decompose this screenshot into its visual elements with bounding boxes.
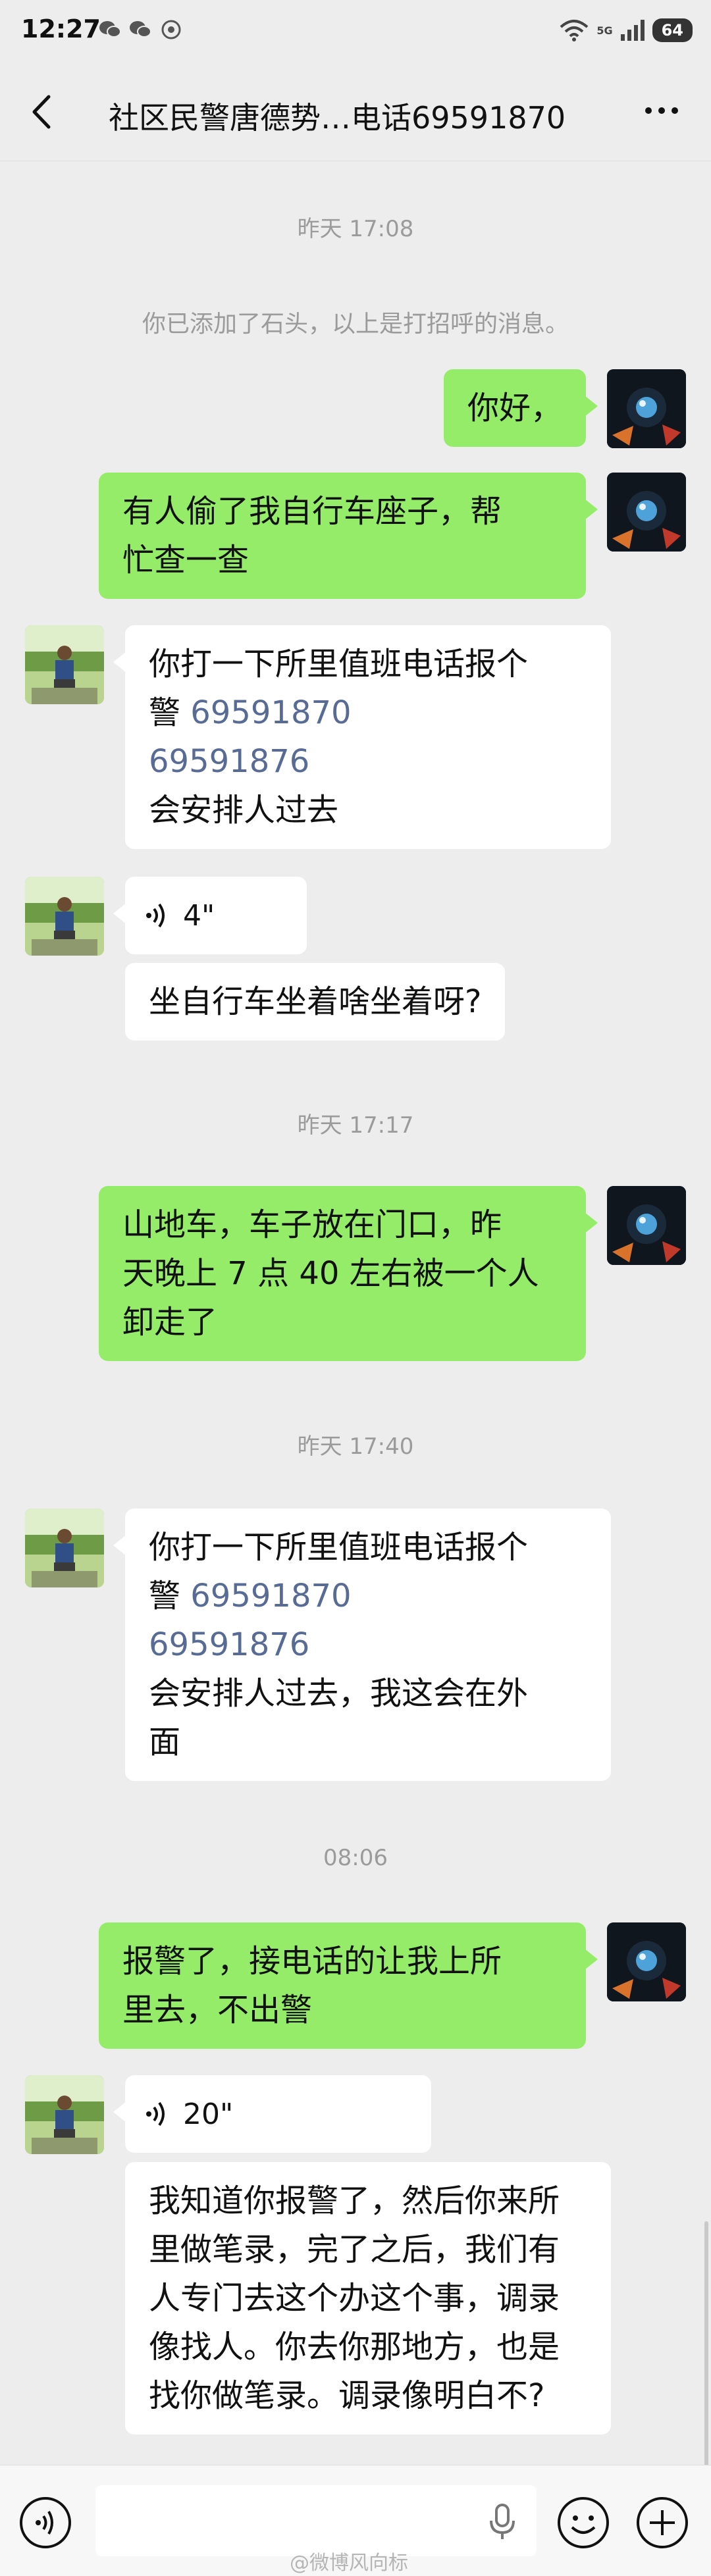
my-avatar[interactable]	[607, 1186, 686, 1265]
system-message: 你已添加了石头，以上是打招呼的消息。	[142, 311, 569, 338]
contact-avatar[interactable]	[25, 877, 104, 956]
network-type: 5G	[596, 24, 613, 37]
emoji-icon[interactable]	[556, 2496, 610, 2550]
contact-avatar[interactable]	[25, 1508, 104, 1587]
chevron-left-icon[interactable]	[20, 89, 66, 135]
message-text: 有人偷了我自行车座子，帮	[122, 493, 502, 530]
message-text: 报警了，接电话的让我上所	[122, 1943, 502, 1980]
message-bubble-sent[interactable]: 山地车，车子放在门口，昨 天晚上 7 点 40 左右被一个人 卸走了	[99, 1186, 598, 1361]
message-text: 坐自行车坐着啥坐着呀?	[149, 983, 482, 1020]
voice-wave-icon	[146, 2101, 165, 2126]
message-list[interactable]: 昨天 17:08 你已添加了石头，以上是打招呼的消息。 你好， 有人偷了我自行车…	[0, 161, 711, 2576]
message-text: 山地车，车子放在门口，昨	[122, 1206, 502, 1243]
message-bubble-sent[interactable]: 报警了，接电话的让我上所 里去，不出警	[99, 1922, 598, 2049]
message-text: 里去，不出警	[122, 1992, 313, 2028]
voice-message[interactable]: 20"	[113, 2075, 431, 2153]
chat-header: 社区民警唐德势…电话69591870	[0, 63, 711, 161]
plus-icon[interactable]	[635, 2496, 689, 2550]
phone-number-link[interactable]: 69591876	[149, 1620, 587, 1669]
message-input[interactable]	[95, 2485, 537, 2556]
message-bubble-sent[interactable]: 你好，	[443, 369, 598, 447]
message-bubble-received[interactable]: 我知道你报警了，然后你来所 里做笔录，完了之后，我们有 人专门去这个办这个事，调…	[125, 2162, 611, 2434]
message-text: 卸走了	[122, 1304, 218, 1341]
status-icons: 5G 64	[560, 17, 693, 43]
message-text: 天晚上 7 点 40 左右被一个人	[122, 1255, 539, 1292]
message-text: 你打一下所里值班电话报个	[149, 646, 529, 683]
contact-avatar[interactable]	[25, 2075, 104, 2154]
timestamp: 08:06	[323, 1845, 388, 1871]
message-text: 警	[149, 694, 191, 731]
message-text: 像找人。你去你那地方，也是	[149, 2329, 560, 2365]
wechat-notification-icon	[99, 21, 121, 38]
timestamp: 昨天 17:40	[297, 1433, 414, 1460]
message-bubble-received[interactable]: 坐自行车坐着啥坐着呀?	[125, 963, 506, 1041]
status-bar: 12:27 5G 64	[0, 0, 711, 63]
timestamp: 昨天 17:17	[297, 1112, 414, 1139]
message-bubble-received[interactable]: 你打一下所里值班电话报个 警 69591870 69591876 会安排人过去，…	[113, 1508, 611, 1781]
chat-title: 社区民警唐德势…电话69591870	[109, 100, 566, 136]
timestamp: 昨天 17:08	[297, 216, 414, 242]
message-text: 人专门去这个办这个事，调录	[149, 2280, 560, 2317]
message-text: 里做笔录，完了之后，我们有	[149, 2231, 560, 2268]
contact-avatar[interactable]	[25, 625, 104, 704]
my-avatar[interactable]	[607, 369, 686, 448]
mic-icon[interactable]	[487, 2502, 517, 2542]
wifi-icon	[560, 20, 589, 41]
message-text: 你好，	[467, 390, 562, 426]
input-bar: @微博风向标	[0, 2465, 711, 2576]
wechat-notification-icon	[130, 21, 151, 38]
message-text: 忙查一查	[122, 542, 250, 579]
my-avatar[interactable]	[607, 473, 686, 552]
voice-message[interactable]: 4"	[113, 877, 307, 954]
more-dots-icon[interactable]	[639, 94, 685, 127]
signal-icon	[620, 20, 645, 41]
phone-number-link[interactable]: 69591876	[149, 737, 587, 786]
status-time: 12:27	[21, 14, 101, 43]
voice-duration: 20"	[183, 2097, 234, 2131]
voice-mode-icon[interactable]	[18, 2496, 72, 2550]
my-avatar[interactable]	[607, 1922, 686, 2001]
message-text: 警	[149, 1578, 191, 1614]
notification-icon	[161, 20, 181, 39]
message-text: 会安排人过去，我这会在外	[149, 1675, 529, 1712]
battery-indicator: 64	[652, 18, 693, 42]
watermark: @微博风向标	[290, 2552, 408, 2575]
message-bubble-sent[interactable]: 有人偷了我自行车座子，帮 忙查一查	[99, 473, 598, 599]
voice-duration: 4"	[183, 898, 215, 933]
phone-number-link[interactable]: 69591870	[190, 1578, 351, 1614]
message-text: 面	[149, 1724, 181, 1761]
phone-number-link[interactable]: 69591870	[190, 694, 351, 731]
message-text: 我知道你报警了，然后你来所	[149, 2182, 560, 2219]
voice-wave-icon	[146, 903, 165, 928]
message-text: 会安排人过去	[149, 792, 339, 829]
message-text: 你打一下所里值班电话报个	[149, 1529, 529, 1566]
message-text: 找你做笔录。调录像明白不?	[149, 2377, 545, 2414]
message-bubble-received[interactable]: 你打一下所里值班电话报个 警 69591870 69591876 会安排人过去	[113, 625, 611, 849]
